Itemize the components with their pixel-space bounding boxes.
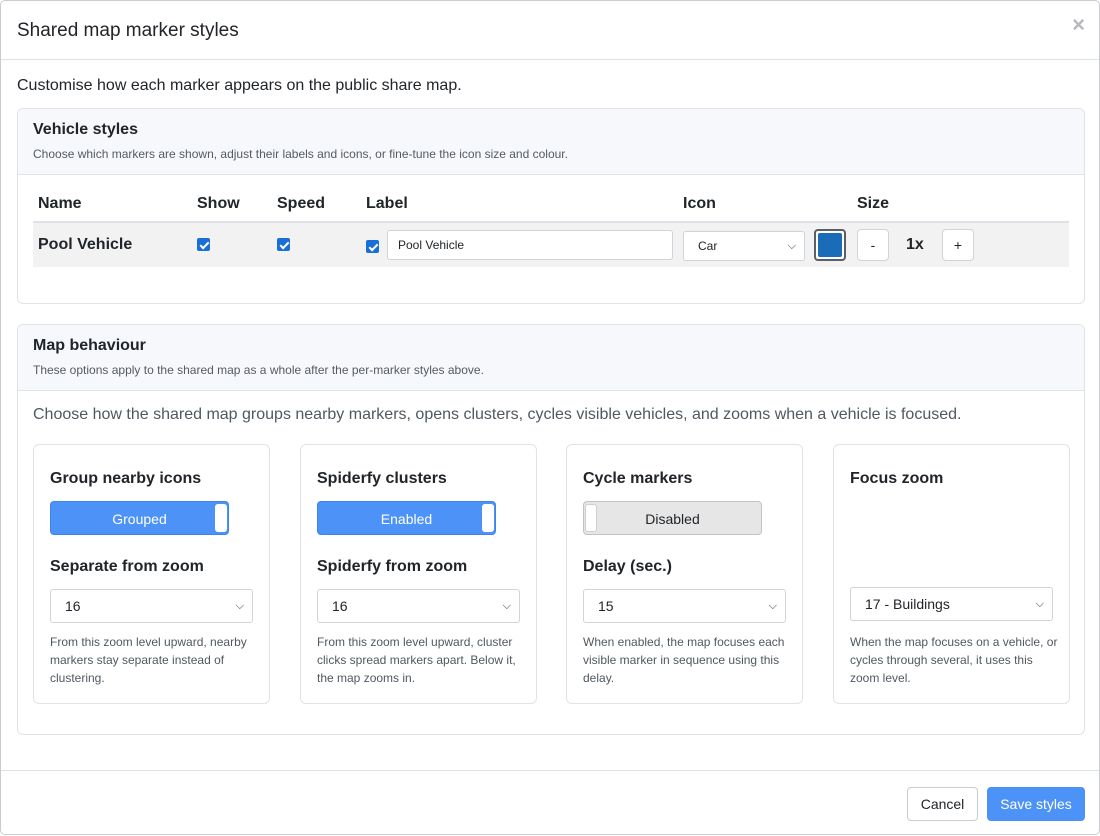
label-input[interactable]: Pool Vehicle: [387, 230, 673, 260]
size-increase-button[interactable]: +: [942, 229, 974, 261]
vehicle-styles-card: Vehicle styles Choose which markers are …: [17, 108, 1085, 304]
toggle-knob: [215, 504, 227, 532]
spiderfy-zoom-select[interactable]: 16 ⌵: [317, 589, 520, 623]
table-header: Name Show Speed Label Icon Size: [33, 189, 1069, 223]
spiderfy-zoom-value: 16: [332, 598, 348, 614]
toggle-knob: [482, 504, 494, 532]
toggle-knob: [585, 504, 597, 532]
cycle-toggle[interactable]: Disabled: [583, 501, 762, 535]
column-icon: Icon: [683, 195, 716, 212]
chevron-down-icon: ⌵: [235, 600, 244, 612]
focus-zoom-help: When the map focuses on a vehicle, or cy…: [850, 635, 1058, 685]
cycle-toggle-label: Disabled: [645, 511, 700, 527]
modal-footer: Cancel Save styles: [1, 770, 1099, 836]
group-nearby-option: Group nearby icons Grouped Separate from…: [33, 444, 270, 704]
color-picker[interactable]: [814, 229, 846, 261]
map-behaviour-card: Map behaviour These options apply to the…: [17, 324, 1085, 735]
spiderfy-zoom-title: Spiderfy from zoom: [317, 558, 468, 575]
column-name: Name: [38, 195, 82, 212]
separate-zoom-help: From this zoom level upward, nearby mark…: [50, 635, 247, 685]
cycle-markers-option: Cycle markers Disabled Delay (sec.) 15 ⌵…: [566, 444, 803, 704]
vehicle-styles-subtitle: Choose which markers are shown, adjust t…: [33, 147, 568, 161]
grouped-toggle[interactable]: Grouped: [50, 501, 229, 535]
delay-title: Delay (sec.): [583, 558, 672, 575]
spiderfy-toggle[interactable]: Enabled: [317, 501, 496, 535]
spiderfy-option: Spiderfy clusters Enabled Spiderfy from …: [300, 444, 537, 704]
separate-zoom-select[interactable]: 16 ⌵: [50, 589, 253, 623]
cancel-button[interactable]: Cancel: [907, 787, 978, 821]
spiderfy-zoom-help: From this zoom level upward, cluster cli…: [317, 635, 516, 685]
map-behaviour-subtitle: These options apply to the shared map as…: [33, 363, 484, 377]
delay-value: 15: [598, 598, 614, 614]
vehicle-styles-header: Vehicle styles Choose which markers are …: [18, 109, 1084, 175]
delay-help: When enabled, the map focuses each visib…: [583, 635, 785, 685]
separate-zoom-title: Separate from zoom: [50, 558, 204, 575]
chevron-down-icon: ⌵: [1035, 598, 1044, 610]
vehicle-name: Pool Vehicle: [38, 236, 133, 253]
column-label: Label: [366, 195, 408, 212]
close-icon[interactable]: ×: [1072, 13, 1085, 37]
column-show: Show: [197, 195, 240, 212]
modal-title: Shared map marker styles: [17, 20, 239, 41]
show-checkbox[interactable]: [197, 238, 210, 251]
focus-zoom-select[interactable]: 17 - Buildings ⌵: [850, 587, 1053, 621]
size-value: 1x: [906, 236, 924, 253]
spiderfy-toggle-label: Enabled: [380, 511, 433, 527]
column-size: Size: [857, 195, 890, 212]
map-behaviour-header: Map behaviour These options apply to the…: [18, 325, 1084, 391]
group-nearby-title: Group nearby icons: [50, 470, 202, 487]
icon-select-value: Car: [698, 239, 718, 253]
label-enabled-checkbox[interactable]: [366, 240, 379, 253]
focus-zoom-value: 17 - Buildings: [865, 596, 950, 612]
spiderfy-title: Spiderfy clusters: [317, 470, 447, 487]
marker-styles-modal: Shared map marker styles × Customise how…: [0, 0, 1100, 835]
icon-select[interactable]: Car ⌵: [683, 231, 805, 261]
save-styles-button[interactable]: Save styles: [987, 787, 1085, 821]
separate-zoom-value: 16: [65, 598, 81, 614]
cycle-markers-title: Cycle markers: [583, 470, 693, 487]
chevron-down-icon: ⌵: [768, 600, 777, 612]
vehicle-styles-table: Name Show Speed Label Icon Size Pool Veh…: [33, 189, 1069, 267]
chevron-down-icon: ⌵: [502, 600, 511, 612]
vehicle-styles-title: Vehicle styles: [33, 121, 138, 138]
focus-zoom-title: Focus zoom: [850, 470, 944, 487]
intro-text: Customise how each marker appears on the…: [17, 77, 462, 94]
map-behaviour-description: Choose how the shared map groups nearby …: [33, 406, 962, 423]
column-speed: Speed: [277, 195, 326, 212]
map-behaviour-title: Map behaviour: [33, 337, 146, 354]
table-row: Pool Vehicle Pool Vehicle Car ⌵ - 1x +: [33, 223, 1069, 267]
chevron-down-icon: ⌵: [787, 240, 796, 252]
size-decrease-button[interactable]: -: [857, 229, 889, 261]
color-swatch: [818, 233, 842, 257]
delay-select[interactable]: 15 ⌵: [583, 589, 786, 623]
focus-zoom-option: Focus zoom 17 - Buildings ⌵ When the map…: [833, 444, 1070, 704]
grouped-toggle-label: Grouped: [112, 511, 167, 527]
speed-checkbox[interactable]: [277, 238, 290, 251]
modal-header: Shared map marker styles ×: [1, 1, 1099, 60]
